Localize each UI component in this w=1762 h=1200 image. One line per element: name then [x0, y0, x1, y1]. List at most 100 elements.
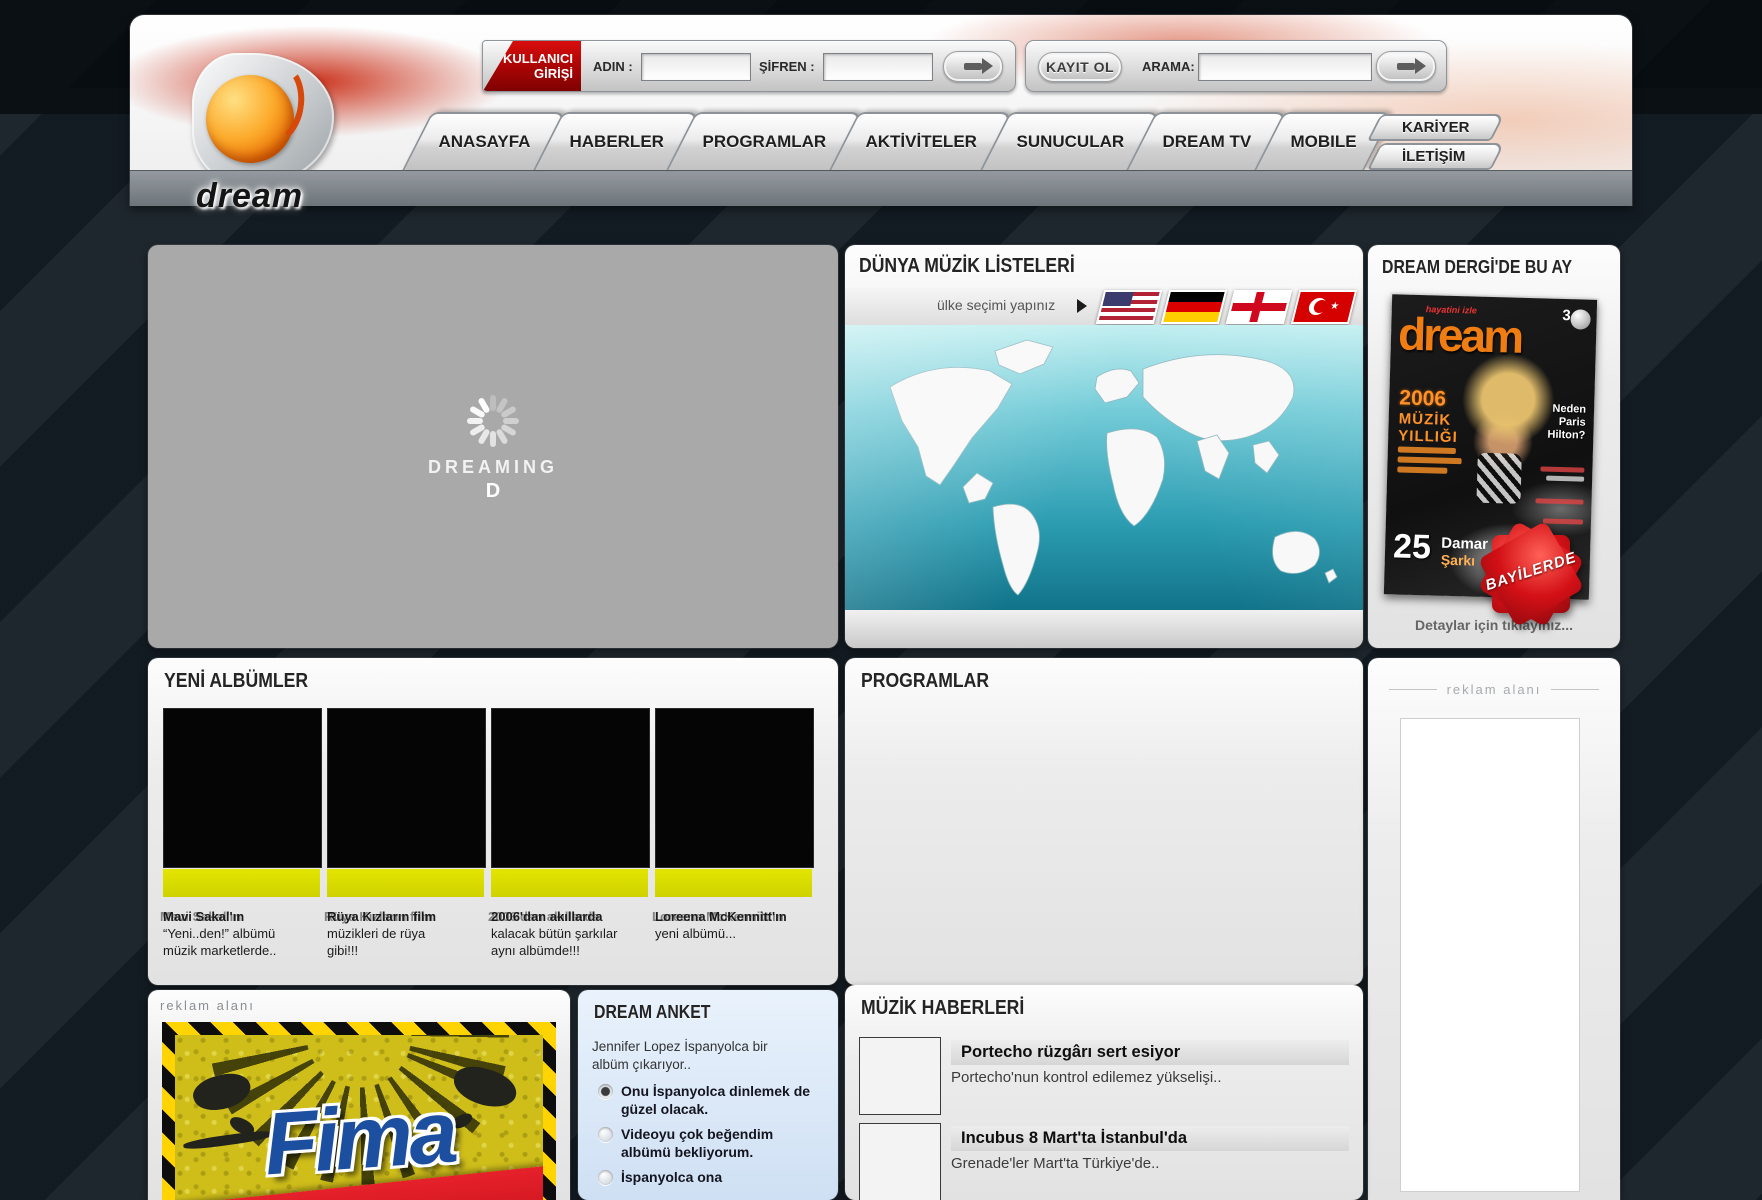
news-thumbnail[interactable]	[859, 1037, 941, 1115]
album-caption: Mavi Sakal'ın “Yeni..den!” albümü müzik …	[163, 908, 320, 959]
nav-tab-iletisim[interactable]: İLETİŞİM	[1367, 143, 1504, 170]
dream-d-logo-icon[interactable]	[192, 53, 334, 185]
site-header: dream KULLANICI GİRİŞİ ADIN : ŞİFREN : K…	[130, 15, 1632, 205]
search-input[interactable]	[1198, 53, 1372, 81]
cover-big-word2: Şarkı	[1441, 552, 1476, 569]
poll-option[interactable]: Videoyu çok beğendim albümü bekliyorum.	[592, 1125, 820, 1161]
album-yellow-strip	[491, 869, 648, 897]
password-input[interactable]	[823, 53, 933, 81]
radio-button-icon[interactable]	[598, 1170, 613, 1185]
album-yellow-strip	[163, 869, 320, 897]
country-selector-row: ülke seçimi yapınız ★	[845, 287, 1363, 326]
search-bar: KAYIT OL ARAMA:	[1025, 40, 1447, 92]
cover-right-line1: Neden	[1552, 403, 1586, 416]
loading-letter: D	[486, 480, 500, 503]
nav-tab-label: HABERLER	[569, 132, 663, 152]
section-title: PROGRAMLAR	[861, 670, 989, 693]
right-ad-panel: reklam alanı	[1368, 658, 1620, 1200]
album-cover-placeholder[interactable]	[327, 708, 486, 868]
ad-area-label-text: reklam alanı	[160, 998, 255, 1013]
bayilerde-badge[interactable]: BAYİLERDE	[1480, 523, 1582, 625]
album-cover-placeholder[interactable]	[655, 708, 814, 868]
news-item-title[interactable]: Portecho rüzgârı sert esiyor	[951, 1040, 1349, 1065]
search-submit-button[interactable]	[1376, 51, 1436, 82]
poll-options: Onu İspanyolca dinlemek de güzel olacak.…	[592, 1082, 820, 1193]
album-caption-line: “Yeni..den!” albümü	[163, 925, 320, 942]
album-item[interactable]: Rüya Kızların film müzikleri de rüya gib…	[327, 708, 484, 959]
spinner-blade	[467, 418, 483, 424]
album-caption-line: Mavi Sakal'ın	[163, 908, 320, 925]
world-map[interactable]	[845, 325, 1363, 610]
flag-germany-icon[interactable]	[1161, 290, 1227, 324]
nav-tab-kariyer[interactable]: KARİYER	[1367, 114, 1504, 141]
nav-tab-label: AKTİVİTELER	[866, 132, 977, 152]
ad-area-label: reklam alanı	[1368, 682, 1620, 697]
cover-right-line3: Hilton?	[1547, 429, 1585, 442]
loading-spinner-icon	[463, 391, 523, 451]
arrow-right-icon	[1397, 63, 1415, 70]
country-flags: ★	[1100, 290, 1353, 324]
user-login-line2: GİRİŞİ	[483, 66, 573, 81]
flag-turkey-icon[interactable]: ★	[1291, 290, 1357, 324]
poll-question-line: Jennifer Lopez İspanyolca bir	[592, 1038, 768, 1056]
magazine-panel: DREAM DERGİ'DE BU AY hayatini izle dream…	[1368, 245, 1620, 648]
cover-right-line2: Paris	[1559, 416, 1586, 429]
nav-tab-label: KARİYER	[1402, 119, 1470, 136]
username-input[interactable]	[641, 53, 751, 81]
label-line	[1389, 689, 1437, 690]
news-item-title[interactable]: Incubus 8 Mart'ta İstanbul'da	[951, 1126, 1349, 1151]
poll-option-label: İspanyolca ona	[621, 1168, 722, 1186]
left-ad-panel: reklam alanı Fima	[148, 990, 570, 1200]
section-title: YENİ ALBÜMLER	[164, 670, 308, 693]
cover-price: 3	[1562, 307, 1571, 324]
label-line	[1551, 689, 1599, 690]
fima-ad-banner[interactable]: Fima	[162, 1022, 556, 1200]
fima-ad-inner: Fima	[175, 1035, 543, 1200]
album-caption: Rüya Kızların film müzikleri de rüya gib…	[327, 908, 484, 959]
album-cover-placeholder[interactable]	[491, 708, 650, 868]
nav-tab-label: PROGRAMLAR	[703, 132, 827, 152]
album-caption: Loreena McKennitt'ın yeni albümü...	[655, 908, 812, 942]
poll-question: Jennifer Lopez İspanyolca bir albüm çıka…	[592, 1038, 768, 1074]
album-item[interactable]: 2006'dan akıllarda kalacak bütün şarkıla…	[491, 708, 648, 959]
flag-usa-icon[interactable]	[1096, 290, 1162, 324]
poll-option[interactable]: İspanyolca ona	[592, 1168, 820, 1186]
poll-option-label: Videoyu çok beğendim albümü bekliyorum.	[621, 1125, 820, 1161]
right-ad-slot[interactable]	[1400, 718, 1580, 1192]
login-bar: KULLANICI GİRİŞİ ADIN : ŞİFREN :	[482, 40, 1016, 92]
register-button-label: KAYIT OL	[1046, 59, 1114, 75]
news-title-text: Incubus 8 Mart'ta İstanbul'da	[951, 1129, 1187, 1148]
album-caption-line: Loreena McKennitt'ın	[655, 908, 812, 925]
cover-big-number: 25	[1393, 527, 1432, 567]
cover-year: 2006	[1399, 386, 1446, 411]
dream-wordmark[interactable]: dream	[196, 177, 303, 216]
login-submit-button[interactable]	[943, 51, 1003, 82]
username-label: ADIN :	[593, 59, 633, 74]
register-button[interactable]: KAYIT OL	[1038, 52, 1122, 82]
loading-brand-text: DREAMING	[428, 457, 558, 478]
radio-button-icon[interactable]	[598, 1127, 613, 1142]
flag-england-icon[interactable]	[1226, 290, 1292, 324]
section-title: MÜZİK HABERLERİ	[861, 997, 1024, 1020]
ad-area-label-text: reklam alanı	[1447, 682, 1542, 697]
news-thumbnail[interactable]	[859, 1123, 941, 1200]
poll-option[interactable]: Onu İspanyolca dinlemek de güzel olacak.	[592, 1082, 820, 1118]
album-item[interactable]: Loreena McKennitt'ın yeni albümü...	[655, 708, 812, 942]
album-caption: 2006'dan akıllarda kalacak bütün şarkıla…	[491, 908, 648, 959]
header-gray-band	[130, 170, 1632, 206]
section-title: DREAM DERGİ'DE BU AY	[1382, 257, 1572, 278]
spinner-blade	[490, 431, 496, 447]
spinner-blade	[503, 418, 519, 424]
album-caption-line: gibi!!!	[327, 942, 484, 959]
search-label: ARAMA:	[1142, 59, 1195, 74]
video-player-loading-panel: DREAMING D	[148, 245, 838, 648]
news-item-subtitle: Portecho'nun kontrol edilemez yükselişi.…	[951, 1069, 1222, 1086]
album-yellow-strip	[655, 869, 812, 897]
album-cover-placeholder[interactable]	[163, 708, 322, 868]
nav-tab-stack: KARİYER İLETİŞİM	[1374, 112, 1498, 170]
section-title: DREAM ANKET	[594, 1002, 710, 1023]
album-item[interactable]: Mavi Sakal'ın “Yeni..den!” albümü müzik …	[163, 708, 320, 959]
cover-line2: YILLIĞI	[1398, 427, 1458, 446]
radio-button-icon[interactable]	[598, 1084, 613, 1099]
album-caption-line: kalacak bütün şarkılar	[491, 925, 648, 942]
